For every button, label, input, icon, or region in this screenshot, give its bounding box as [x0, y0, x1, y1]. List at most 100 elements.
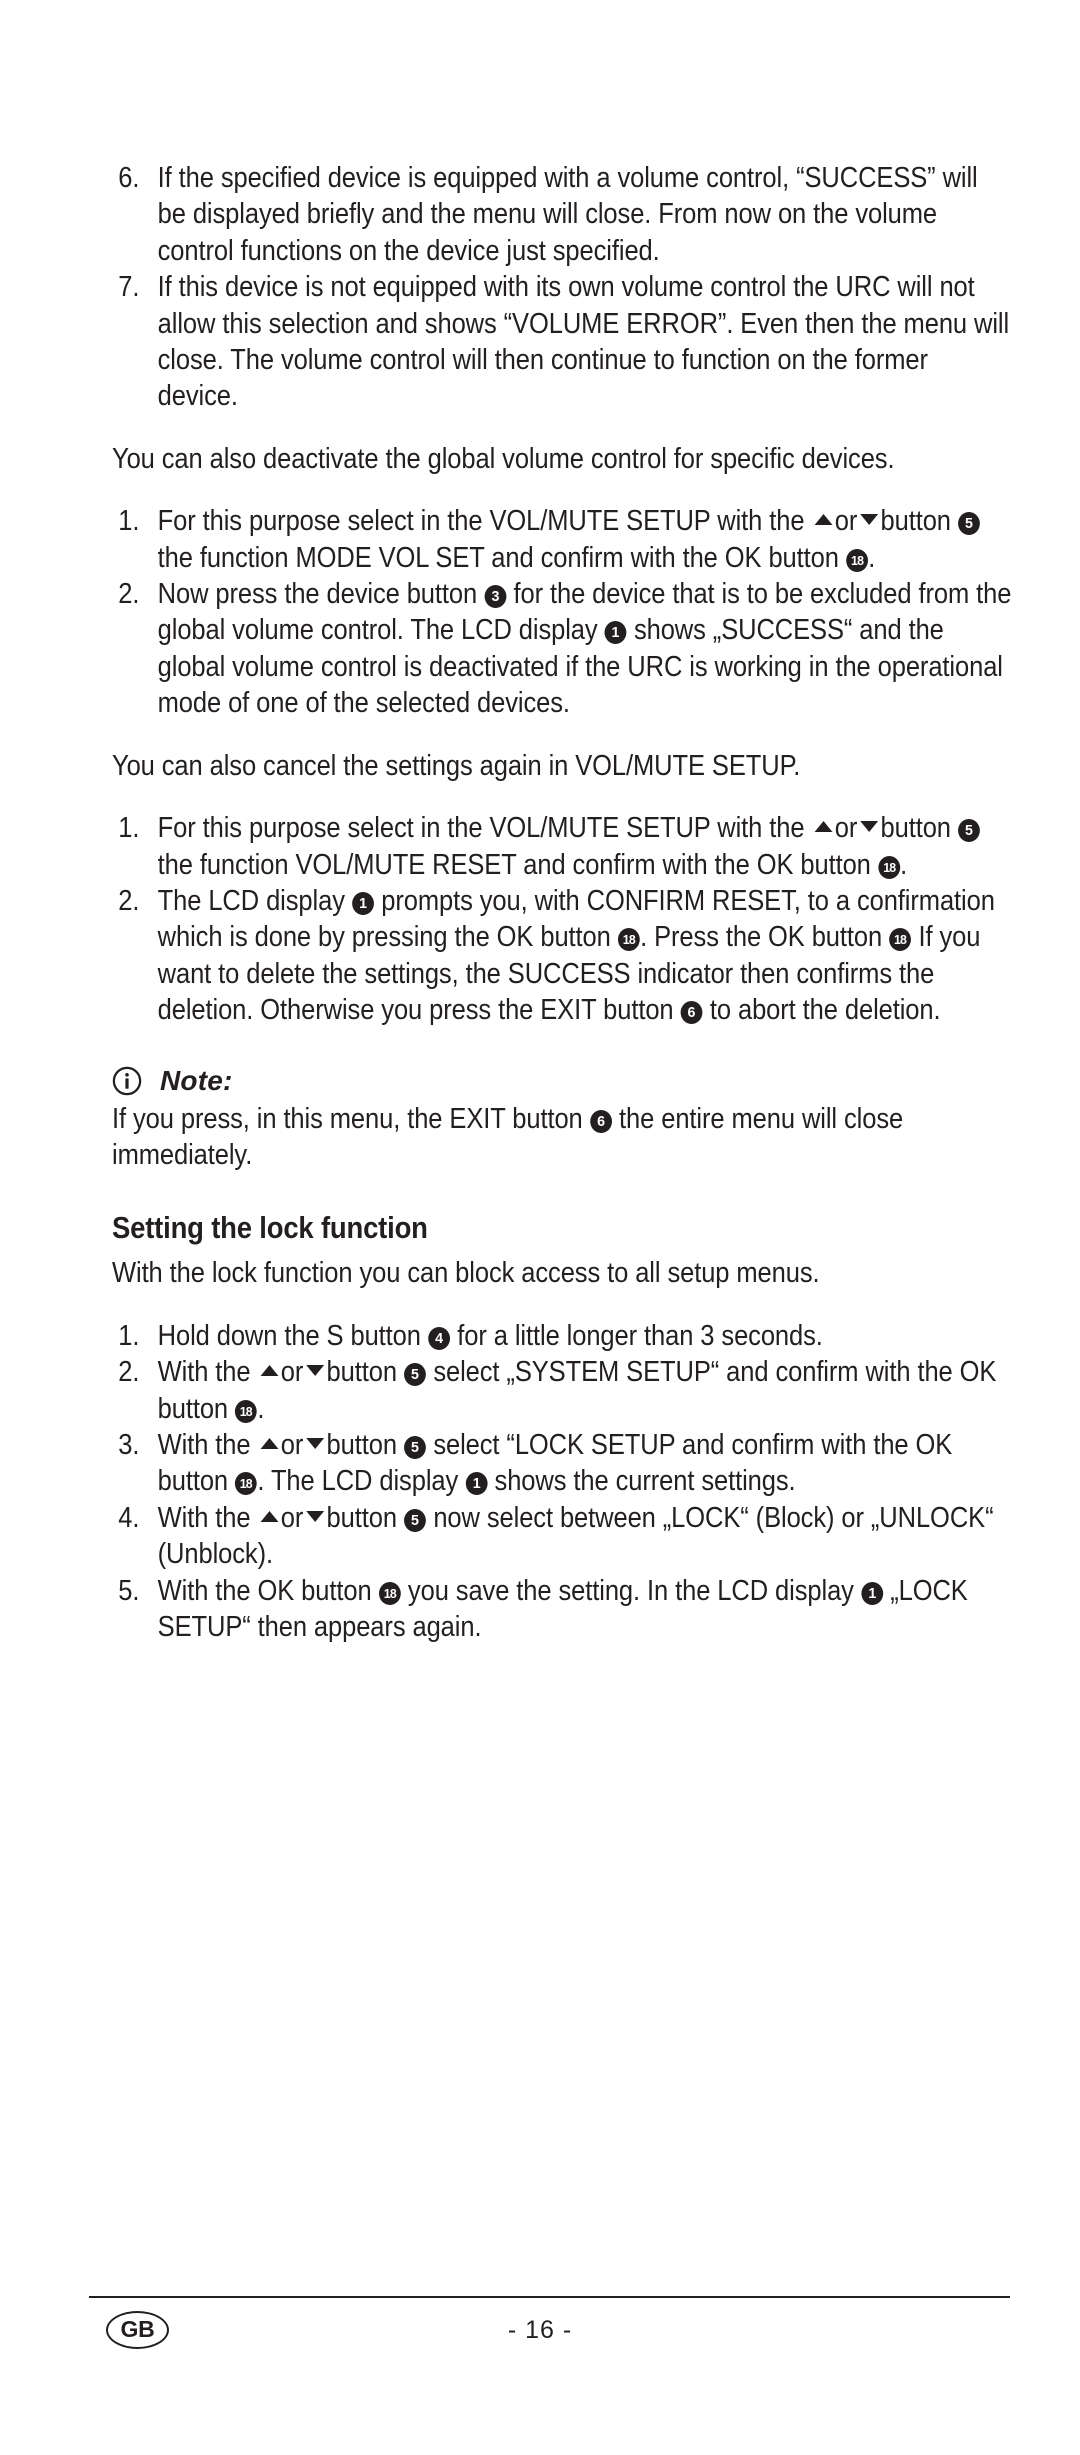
paragraph-cancel-settings: You can also cancel the settings again i…: [112, 749, 801, 782]
text-fragment: For this purpose select in the VOL/MUTE …: [157, 505, 805, 538]
callout-badge-3: 3: [484, 585, 507, 609]
list-item: 2. The LCD display 1 prompts you, with C…: [112, 883, 1012, 1029]
callout-badge-18: 18: [235, 1399, 258, 1423]
text-fragment: .: [900, 848, 908, 881]
list-item: 6. If the specified device is equipped w…: [112, 160, 1012, 269]
text-fragment: . The LCD display: [257, 1465, 459, 1498]
callout-badge-5: 5: [404, 1435, 427, 1459]
list-item-number: 7.: [118, 271, 140, 304]
list-item-number: 2.: [118, 578, 140, 611]
list-item-text: With the OK button 18 you save the setti…: [158, 1573, 1013, 1646]
list-item: 2. Now press the device button 3 for the…: [112, 576, 1012, 722]
list-item-text: With the or button 5 now select between „…: [158, 1500, 1013, 1573]
text-fragment: the function VOL/MUTE RESET and confirm …: [157, 848, 871, 881]
text-fragment: or: [280, 1428, 304, 1461]
text-fragment: button: [880, 812, 951, 845]
text-fragment: Hold down the S button: [157, 1319, 421, 1352]
list-item-number: 1.: [118, 812, 140, 845]
text-fragment: . Press the OK button: [640, 921, 883, 954]
numbered-list-volume-continued: 6. If the specified device is equipped w…: [112, 160, 1012, 415]
numbered-list-mode-vol-set: 1. For this purpose select in the VOL/MU…: [112, 503, 1012, 721]
list-item-text: With the or button 5 select “LOCK SETUP a…: [158, 1427, 1013, 1500]
list-item: 5. With the OK button 18 you save the se…: [112, 1573, 1012, 1646]
list-item: 7. If this device is not equipped with i…: [112, 269, 1012, 415]
paragraph-deactivate-global-volume: You can also deactivate the global volum…: [112, 442, 895, 475]
text-fragment: to abort the deletion.: [709, 994, 941, 1027]
text-fragment: or: [834, 812, 858, 845]
arrow-down-icon: [859, 514, 878, 526]
section-intro-paragraph: With the lock function you can block acc…: [112, 1257, 820, 1290]
arrow-down-icon: [305, 1437, 324, 1449]
note-body: If you press, in this menu, the EXIT but…: [112, 1101, 1012, 1174]
list-item-text: The LCD display 1 prompts you, with CONF…: [158, 883, 1013, 1029]
text-fragment: or: [280, 1356, 304, 1389]
text-fragment: For this purpose select in the VOL/MUTE …: [157, 812, 805, 845]
page-number: - 16 -: [507, 2316, 573, 2344]
numbered-list-vol-mute-reset: 1. For this purpose select in the VOL/MU…: [112, 810, 1012, 1028]
callout-badge-5: 5: [404, 1508, 427, 1532]
text-fragment: button: [326, 1428, 397, 1461]
list-item-number: 3.: [118, 1428, 140, 1461]
list-item-text: Hold down the S button 4 for a little lo…: [158, 1318, 1013, 1354]
list-item-number: 2.: [118, 1356, 140, 1389]
note-heading: Note:: [112, 1065, 1012, 1097]
callout-badge-18: 18: [618, 928, 640, 952]
list-item: 3. With the or button 5 select “LOCK SETU…: [112, 1427, 1012, 1500]
list-item: 4. With the or button 5 now select betwee…: [112, 1500, 1012, 1573]
arrow-down-icon: [305, 1365, 324, 1377]
numbered-list-lock-setup: 1. Hold down the S button 4 for a little…: [112, 1318, 1012, 1646]
text-fragment: button: [326, 1501, 397, 1534]
list-item: 1. For this purpose select in the VOL/MU…: [112, 503, 1012, 576]
callout-badge-6: 6: [589, 1109, 612, 1133]
callout-badge-5: 5: [404, 1363, 427, 1387]
callout-badge-18: 18: [889, 928, 912, 952]
list-item: 2. With the or button 5 select „SYSTEM SE…: [112, 1354, 1012, 1427]
callout-badge-5: 5: [958, 512, 981, 536]
callout-badge-18: 18: [878, 855, 900, 879]
text-fragment: .: [257, 1392, 265, 1425]
arrow-up-icon: [260, 1437, 279, 1449]
callout-badge-1: 1: [861, 1581, 883, 1605]
callout-badge-1: 1: [352, 891, 374, 915]
text-fragment: With the: [157, 1501, 251, 1534]
arrow-up-icon: [814, 514, 833, 526]
list-item-text: Now press the device button 3 for the de…: [158, 576, 1013, 722]
list-item-number: 2.: [118, 884, 140, 917]
callout-badge-1: 1: [465, 1472, 488, 1496]
list-item-text: For this purpose select in the VOL/MUTE …: [158, 810, 1013, 883]
list-item-number: 6.: [118, 162, 140, 194]
list-item: 1. Hold down the S button 4 for a little…: [112, 1318, 1012, 1354]
callout-badge-4: 4: [428, 1326, 450, 1350]
list-item-text: If this device is not equipped with its …: [157, 271, 1010, 413]
arrow-up-icon: [814, 821, 833, 833]
arrow-down-icon: [305, 1510, 324, 1522]
info-circle-icon: [112, 1066, 142, 1095]
callout-badge-5: 5: [958, 819, 981, 843]
arrow-up-icon: [260, 1365, 279, 1377]
text-fragment: or: [280, 1501, 304, 1534]
document-page: 6. If the specified device is equipped w…: [0, 0, 1080, 2455]
list-item-number: 5.: [118, 1574, 140, 1607]
text-fragment: If you press, in this menu, the EXIT but…: [112, 1102, 583, 1135]
text-fragment: With the OK button: [157, 1574, 372, 1607]
arrow-up-icon: [260, 1510, 279, 1522]
text-fragment: With the: [157, 1428, 251, 1461]
list-item-text: For this purpose select in the VOL/MUTE …: [158, 503, 1013, 576]
callout-badge-1: 1: [604, 621, 627, 645]
text-fragment: button: [326, 1356, 397, 1389]
text-fragment: the function MODE VOL SET and confirm wi…: [157, 541, 839, 574]
list-item-number: 1.: [118, 1319, 140, 1352]
list-item-number: 4.: [118, 1501, 140, 1534]
callout-badge-18: 18: [846, 548, 868, 572]
note-label: Note:: [160, 1064, 233, 1096]
text-fragment: Now press the device button: [157, 578, 478, 611]
list-item-number: 1.: [118, 505, 140, 538]
